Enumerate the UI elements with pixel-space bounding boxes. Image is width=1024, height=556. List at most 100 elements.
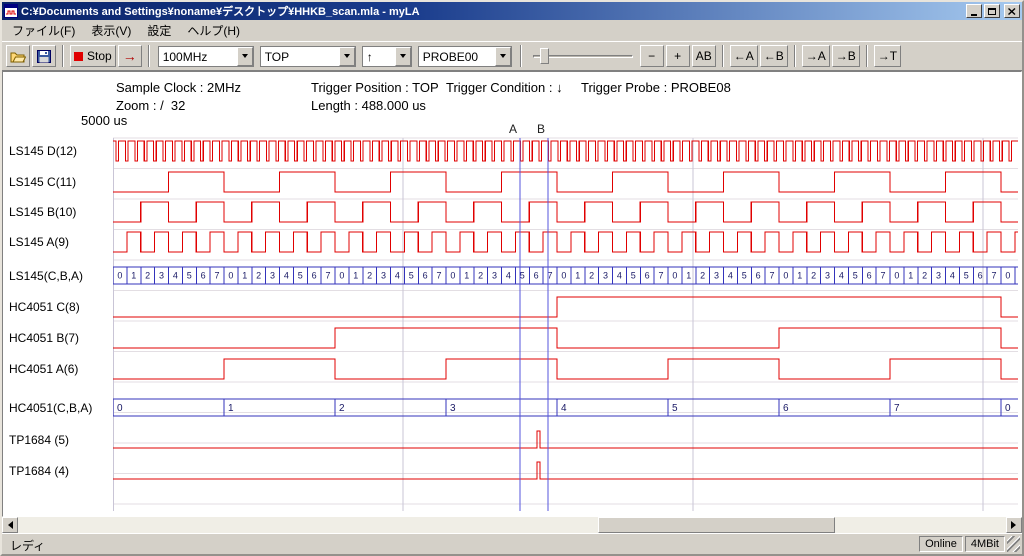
close-button[interactable] xyxy=(1004,4,1020,18)
trigger-probe-select[interactable]: PROBE00 xyxy=(418,46,512,67)
menu-view[interactable]: 表示(V) xyxy=(83,20,139,41)
svg-text:4: 4 xyxy=(561,403,567,414)
svg-text:0: 0 xyxy=(894,271,899,281)
svg-text:1: 1 xyxy=(908,271,913,281)
stop-button[interactable]: Stop xyxy=(70,45,116,67)
svg-text:5: 5 xyxy=(298,271,303,281)
channel-label: LS145 B(10) xyxy=(9,205,76,219)
svg-text:2: 2 xyxy=(478,271,483,281)
chevron-down-icon xyxy=(400,54,406,61)
svg-text:3: 3 xyxy=(825,271,830,281)
cursor-ab-button[interactable]: AB xyxy=(692,45,716,67)
svg-text:0: 0 xyxy=(339,271,344,281)
trigger-probe-value: PROBE00 xyxy=(419,47,495,66)
svg-text:0: 0 xyxy=(1005,271,1010,281)
arrow-left-icon xyxy=(4,521,13,529)
app-icon xyxy=(4,4,18,18)
waveform-client-area: Sample Clock : 2MHz Trigger Position : T… xyxy=(2,71,1022,517)
goto-cursor-b-right-button[interactable]: →B xyxy=(832,45,860,67)
svg-text:4: 4 xyxy=(839,271,844,281)
status-memory: 4MBit xyxy=(965,536,1005,552)
goto-cursor-a-right-button[interactable]: →A xyxy=(802,45,830,67)
goto-cursor-a-left-button[interactable]: ←A xyxy=(730,45,758,67)
zoom-in-button[interactable]: + xyxy=(666,45,690,67)
svg-text:A: A xyxy=(509,122,517,136)
menu-file[interactable]: ファイル(F) xyxy=(4,20,83,41)
svg-text:1: 1 xyxy=(464,271,469,281)
channel-label: LS145 C(11) xyxy=(9,175,76,189)
trigger-edge-select[interactable]: ↑ xyxy=(362,46,412,67)
goto-cursor-b-left-button[interactable]: ←B xyxy=(760,45,788,67)
svg-text:2: 2 xyxy=(367,271,372,281)
svg-text:3: 3 xyxy=(936,271,941,281)
trigger-position-dropdown-button[interactable] xyxy=(339,47,355,66)
save-button[interactable] xyxy=(32,45,56,67)
status-bar: レディ Online 4MBit xyxy=(2,533,1022,554)
sample-clock-dropdown-button[interactable] xyxy=(237,47,253,66)
chevron-down-icon xyxy=(344,54,350,61)
svg-text:6: 6 xyxy=(756,271,761,281)
svg-text:7: 7 xyxy=(437,271,442,281)
horizontal-scrollbar[interactable] xyxy=(2,517,1022,533)
zoom-out-button[interactable]: − xyxy=(640,45,664,67)
svg-text:3: 3 xyxy=(270,271,275,281)
menu-help[interactable]: ヘルプ(H) xyxy=(179,20,248,41)
zoom-slider[interactable] xyxy=(531,45,635,67)
maximize-button[interactable] xyxy=(984,4,1000,18)
sample-clock-select[interactable]: 100MHz xyxy=(158,46,254,67)
run-button[interactable]: → xyxy=(118,45,142,67)
svg-text:7: 7 xyxy=(659,271,664,281)
trigger-probe-dropdown-button[interactable] xyxy=(495,47,511,66)
scroll-left-button[interactable] xyxy=(2,517,18,533)
svg-text:0: 0 xyxy=(450,271,455,281)
waveform-display[interactable]: 0123456701234567012345670123456701234567… xyxy=(113,122,1018,511)
svg-text:2: 2 xyxy=(589,271,594,281)
svg-text:1: 1 xyxy=(575,271,580,281)
svg-text:2: 2 xyxy=(339,403,345,414)
svg-text:3: 3 xyxy=(381,271,386,281)
toolbar-separator xyxy=(722,45,724,67)
zoom-slider-thumb[interactable] xyxy=(540,48,549,64)
svg-text:1: 1 xyxy=(797,271,802,281)
channel-label: LS145(C,B,A) xyxy=(9,269,83,283)
channel-label: HC4051 A(6) xyxy=(9,362,78,376)
svg-text:2: 2 xyxy=(256,271,261,281)
trigger-edge-dropdown-button[interactable] xyxy=(395,47,411,66)
goto-trigger-button[interactable]: →T xyxy=(874,45,901,67)
svg-text:7: 7 xyxy=(326,271,331,281)
svg-text:B: B xyxy=(537,122,545,136)
svg-text:1: 1 xyxy=(228,403,234,414)
svg-text:1: 1 xyxy=(353,271,358,281)
length-info: Length : 488.000 us xyxy=(311,98,426,113)
svg-text:7: 7 xyxy=(770,271,775,281)
svg-text:6: 6 xyxy=(645,271,650,281)
svg-text:6: 6 xyxy=(867,271,872,281)
svg-text:2: 2 xyxy=(700,271,705,281)
toolbar: Stop → 100MHz TOP ↑ PROBE00 − + AB xyxy=(2,41,1022,71)
title-bar[interactable]: C:¥Documents and Settings¥noname¥デスクトップ¥… xyxy=(2,2,1022,20)
sample-clock-value: 100MHz xyxy=(159,47,237,66)
svg-text:3: 3 xyxy=(159,271,164,281)
scroll-right-button[interactable] xyxy=(1006,517,1022,533)
svg-text:4: 4 xyxy=(395,271,400,281)
trigger-position-select[interactable]: TOP xyxy=(260,46,356,67)
svg-text:1: 1 xyxy=(242,271,247,281)
svg-text:0: 0 xyxy=(228,271,233,281)
resize-grip[interactable] xyxy=(1007,536,1020,552)
svg-text:5: 5 xyxy=(409,271,414,281)
svg-text:5: 5 xyxy=(672,403,678,414)
open-button[interactable] xyxy=(6,45,30,67)
chevron-down-icon xyxy=(500,54,506,61)
minimize-button[interactable] xyxy=(966,4,982,18)
scrollbar-thumb[interactable] xyxy=(598,517,835,533)
maximize-icon xyxy=(988,8,996,15)
channel-label: HC4051 B(7) xyxy=(9,331,79,345)
trigger-edge-value: ↑ xyxy=(363,47,395,66)
svg-text:6: 6 xyxy=(783,403,789,414)
chevron-down-icon xyxy=(242,54,248,61)
svg-text:3: 3 xyxy=(450,403,456,414)
svg-text:4: 4 xyxy=(173,271,178,281)
trigger-condition-info: Trigger Condition : ↓ xyxy=(446,80,563,95)
trigger-position-info: Trigger Position : TOP xyxy=(311,80,439,95)
menu-settings[interactable]: 設定 xyxy=(139,20,179,41)
